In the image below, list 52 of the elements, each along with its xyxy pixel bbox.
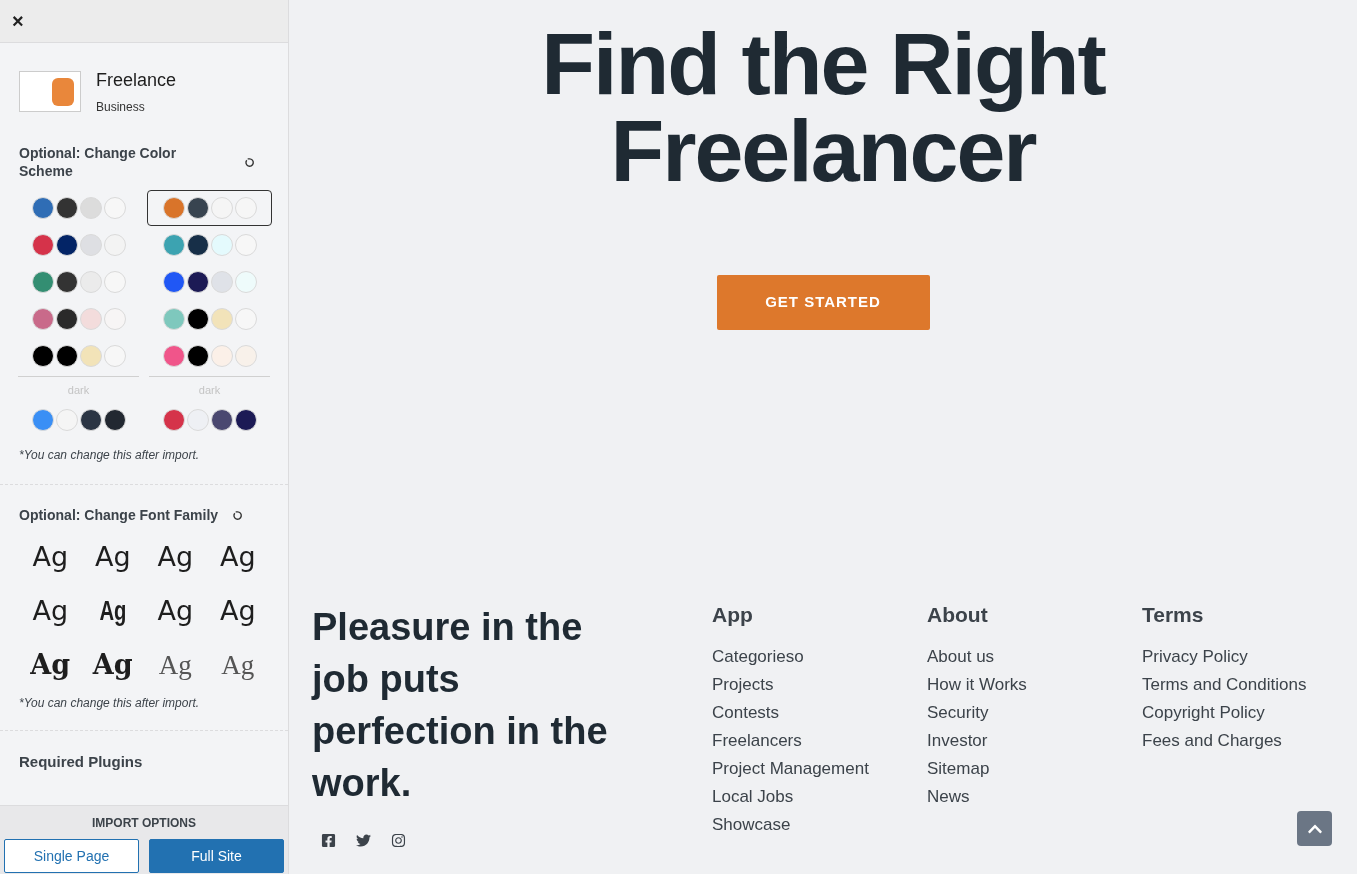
- instagram-icon[interactable]: [391, 833, 406, 848]
- font-sample[interactable]: Ag: [219, 590, 256, 632]
- footer-link[interactable]: Investor: [927, 727, 1142, 755]
- reset-icon[interactable]: [232, 510, 244, 521]
- font-sample[interactable]: Ag: [30, 644, 71, 686]
- footer-tagline: Pleasure in the job puts perfection in the work.: [312, 605, 609, 806]
- footer-link[interactable]: Contests: [712, 699, 927, 727]
- footer-link[interactable]: Local Jobs: [712, 783, 927, 811]
- footer-heading: About: [927, 602, 989, 628]
- footer-link[interactable]: Security: [927, 699, 1142, 727]
- footer-link[interactable]: News: [927, 783, 1142, 811]
- section-title: Optional: Change Color Scheme: [19, 144, 178, 180]
- font-sample[interactable]: Ag: [157, 536, 194, 578]
- theme-category: Business: [96, 99, 146, 116]
- footer-heading: App: [712, 602, 754, 628]
- note-text: *You can change this after import.: [19, 695, 201, 712]
- font-sample[interactable]: Ag: [219, 536, 256, 578]
- theme-thumbnail: [19, 71, 81, 112]
- footer-link[interactable]: Copyright Policy: [1142, 699, 1357, 727]
- footer-link[interactable]: Freelancers: [712, 727, 927, 755]
- footer-link[interactable]: Privacy Policy: [1142, 643, 1357, 671]
- reset-icon[interactable]: [244, 156, 255, 168]
- color-scheme-option[interactable]: [147, 190, 272, 226]
- font-sample[interactable]: Ag: [99, 590, 127, 632]
- footer-link[interactable]: Project Management: [712, 755, 927, 783]
- import-button[interactable]: Single Page: [4, 839, 139, 873]
- import-options-title: IMPORT OPTIONS: [92, 815, 196, 832]
- font-sample[interactable]: Ag: [92, 644, 133, 686]
- font-sample[interactable]: Ag: [221, 644, 255, 686]
- note-text: *You can change this after import.: [19, 447, 201, 464]
- font-sample[interactable]: Ag: [32, 590, 69, 632]
- footer-link[interactable]: Fees and Charges: [1142, 727, 1357, 755]
- footer-link[interactable]: Sitemap: [927, 755, 1142, 783]
- footer-link[interactable]: About us: [927, 643, 1142, 671]
- scroll-to-top-button[interactable]: [1297, 811, 1332, 846]
- close-button[interactable]: ×: [12, 11, 24, 31]
- import-button[interactable]: Full Site: [149, 839, 284, 873]
- footer-link[interactable]: Categorieso: [712, 643, 927, 671]
- font-sample[interactable]: Ag: [32, 536, 69, 578]
- font-sample[interactable]: Ag: [157, 590, 194, 632]
- theme-name: Freelance: [96, 69, 177, 92]
- section-title: Optional: Change Font Family: [19, 506, 219, 525]
- font-sample[interactable]: Ag: [94, 536, 131, 578]
- footer-heading: Terms: [1142, 602, 1205, 628]
- footer-link[interactable]: Showcase: [712, 811, 927, 839]
- footer-link[interactable]: How it Works: [927, 671, 1142, 699]
- section-title: Required Plugins: [19, 752, 144, 772]
- footer-link[interactable]: Projects: [712, 671, 927, 699]
- twitter-icon[interactable]: [356, 833, 371, 848]
- facebook-icon[interactable]: [321, 833, 336, 848]
- font-sample[interactable]: Ag: [158, 644, 192, 686]
- footer-link[interactable]: Terms and Conditions: [1142, 671, 1357, 699]
